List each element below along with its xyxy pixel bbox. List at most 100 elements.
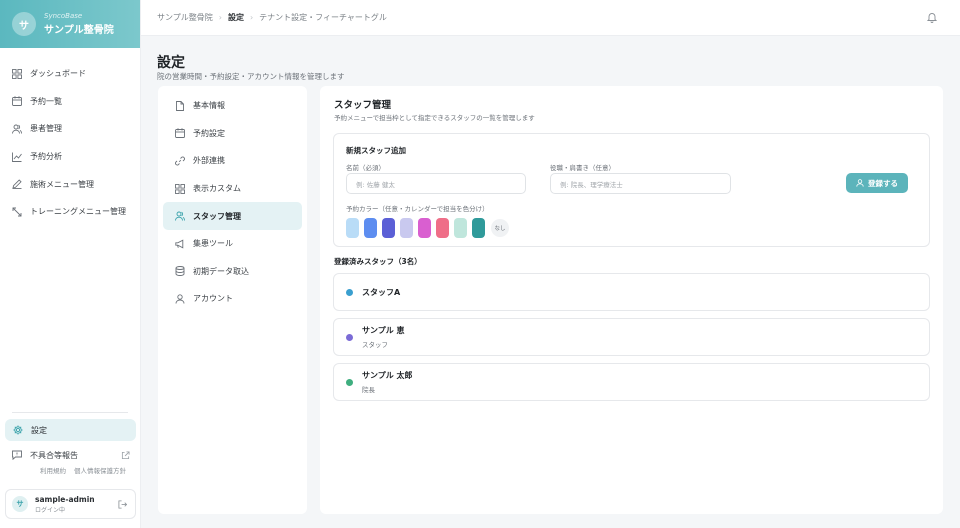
logout-icon[interactable] [118, 499, 127, 509]
chart-icon [12, 152, 22, 162]
calendar-icon [175, 128, 185, 139]
users-icon [12, 124, 22, 134]
color-swatch-6[interactable] [436, 218, 449, 238]
menu-item-basic-info[interactable]: 基本情報 [163, 92, 302, 120]
staff-name: サンプル 恵 [362, 326, 405, 335]
role-label: 役職・肩書き（任意） [550, 164, 615, 172]
color-label: 予約カラー（任意・カレンダーで担当を色分け） [346, 205, 489, 213]
sidebar-nav: ダッシュボード 予約一覧 患者管理 予約分析 施術メニュー管理 トレーニングメニ… [0, 60, 140, 226]
user-icon [856, 179, 864, 187]
sidebar-item-dashboard[interactable]: ダッシュボード [0, 60, 140, 88]
sidebar-item-treatment-menu[interactable]: 施術メニュー管理 [0, 170, 140, 198]
page-title: 設定 [157, 55, 185, 71]
staff-management-panel: スタッフ管理 予約メニューで担当枠として指定できるスタッフの一覧を管理します 新… [320, 86, 943, 514]
menu-item-label: スタッフ管理 [193, 211, 241, 221]
breadcrumb-separator: › [249, 13, 254, 22]
color-swatch-8[interactable] [472, 218, 485, 238]
sidebar-item-settings[interactable]: 設定 [5, 419, 136, 441]
sidebar-item-patients[interactable]: 患者管理 [0, 115, 140, 143]
sidebar-item-label: 施術メニュー管理 [30, 179, 94, 189]
section-description: 予約メニューで担当枠として指定できるスタッフの一覧を管理します [334, 114, 535, 122]
breadcrumb-separator: › [218, 13, 222, 22]
staff-name: サンプル 太郎 [362, 371, 413, 380]
staff-row[interactable]: スタッフA [333, 273, 930, 311]
grid-icon [175, 183, 185, 194]
staff-name: スタッフA [362, 287, 401, 297]
sidebar-item-reservations[interactable]: 予約一覧 [0, 88, 140, 116]
breadcrumb-item[interactable]: サンプル整骨院 [157, 12, 213, 23]
menu-item-label: 基本情報 [193, 101, 225, 111]
topbar: サンプル整骨院 › 設定 › テナント設定・フィーチャートグル [141, 0, 960, 36]
sidebar: サ SyncoBase サンプル整骨院 ダッシュボード 予約一覧 患者管理 予約… [0, 0, 141, 528]
menu-item-label: 集患ツール [193, 239, 233, 249]
register-button-label: 登録する [868, 178, 898, 188]
brand-name: サンプル整骨院 [44, 25, 114, 36]
staff-color-dot [346, 333, 353, 341]
brand-subtitle: SyncoBase [44, 12, 83, 20]
file-icon [175, 100, 185, 111]
menu-item-label: 外部連携 [193, 156, 225, 166]
gear-icon [13, 425, 23, 435]
color-swatch-7[interactable] [454, 218, 467, 238]
staff-color-dot [346, 288, 353, 296]
megaphone-icon [175, 239, 185, 249]
menu-item-account[interactable]: アカウント [163, 285, 302, 313]
staff-role: スタッフ [362, 341, 388, 349]
sidebar-item-label: 予約一覧 [30, 96, 62, 106]
sidebar-item-training-menu[interactable]: トレーニングメニュー管理 [0, 198, 140, 226]
menu-item-label: 初期データ取込 [193, 266, 249, 276]
pencil-icon [12, 179, 22, 190]
page-description: 院の営業時間・予約設定・アカウント情報を管理します [157, 72, 345, 81]
menu-item-integrations[interactable]: 外部連携 [163, 147, 302, 175]
staff-row[interactable]: サンプル 恵 スタッフ [333, 318, 930, 356]
menu-item-label: アカウント [193, 294, 233, 304]
color-swatch-4[interactable] [400, 218, 413, 238]
user-card: サ sample-admin ログイン中 [5, 489, 136, 519]
calendar-icon [12, 96, 22, 107]
sidebar-item-label: 不具合等報告 [30, 450, 78, 460]
staff-row[interactable]: サンプル 太郎 院長 [333, 363, 930, 401]
sidebar-item-bug-report[interactable]: 不具合等報告 [12, 448, 130, 462]
external-link-icon [121, 450, 130, 460]
sidebar-item-label: 患者管理 [30, 124, 62, 134]
menu-item-staff-management[interactable]: スタッフ管理 [163, 202, 302, 230]
user-name: sample-admin [35, 494, 95, 504]
settings-menu: 基本情報 予約設定 外部連携 表示カスタム スタッフ管理 集患ツール 初期データ… [158, 86, 307, 514]
sidebar-item-analytics[interactable]: 予約分析 [0, 143, 140, 171]
staff-role: 院長 [362, 386, 375, 394]
menu-item-label: 予約設定 [193, 128, 225, 138]
sidebar-item-label: 予約分析 [30, 152, 62, 162]
brand-header[interactable]: サ SyncoBase サンプル整骨院 [0, 0, 140, 48]
bell-icon[interactable] [926, 11, 938, 23]
menu-item-label: 表示カスタム [193, 184, 241, 194]
database-icon [175, 266, 185, 277]
color-swatch-3[interactable] [382, 218, 395, 238]
staff-color-dot [346, 378, 353, 386]
menu-item-display-custom[interactable]: 表示カスタム [163, 175, 302, 203]
expand-icon [12, 207, 22, 217]
footer-links: 利用規約 個人情報保護方針 [40, 465, 126, 475]
message-icon [12, 450, 22, 460]
role-input[interactable]: 例: 院長、理学療法士 [550, 173, 731, 194]
color-swatch-5[interactable] [418, 218, 431, 238]
add-staff-title: 新規スタッフ追加 [346, 146, 406, 155]
privacy-link[interactable]: 個人情報保護方針 [74, 467, 126, 475]
menu-item-marketing-tools[interactable]: 集患ツール [163, 230, 302, 258]
color-swatch-1[interactable] [346, 218, 359, 238]
terms-link[interactable]: 利用規約 [40, 467, 66, 475]
sidebar-item-label: 設定 [31, 425, 47, 435]
menu-item-reservation-settings[interactable]: 予約設定 [163, 120, 302, 148]
staff-list-title: 登録済みスタッフ（3名） [334, 257, 422, 266]
name-input[interactable]: 例: 佐藤 健太 [346, 173, 526, 194]
color-swatches: なし [346, 218, 509, 238]
user-icon [175, 294, 185, 304]
color-swatch-2[interactable] [364, 218, 377, 238]
register-button[interactable]: 登録する [846, 173, 908, 193]
sidebar-item-label: トレーニングメニュー管理 [30, 207, 126, 217]
sidebar-divider [12, 412, 128, 413]
menu-item-data-import[interactable]: 初期データ取込 [163, 258, 302, 286]
avatar: サ [12, 496, 28, 512]
breadcrumb-item-current[interactable]: 設定 [228, 12, 244, 23]
name-label: 名前（必須） [346, 164, 385, 172]
color-option-none[interactable]: なし [491, 219, 509, 237]
